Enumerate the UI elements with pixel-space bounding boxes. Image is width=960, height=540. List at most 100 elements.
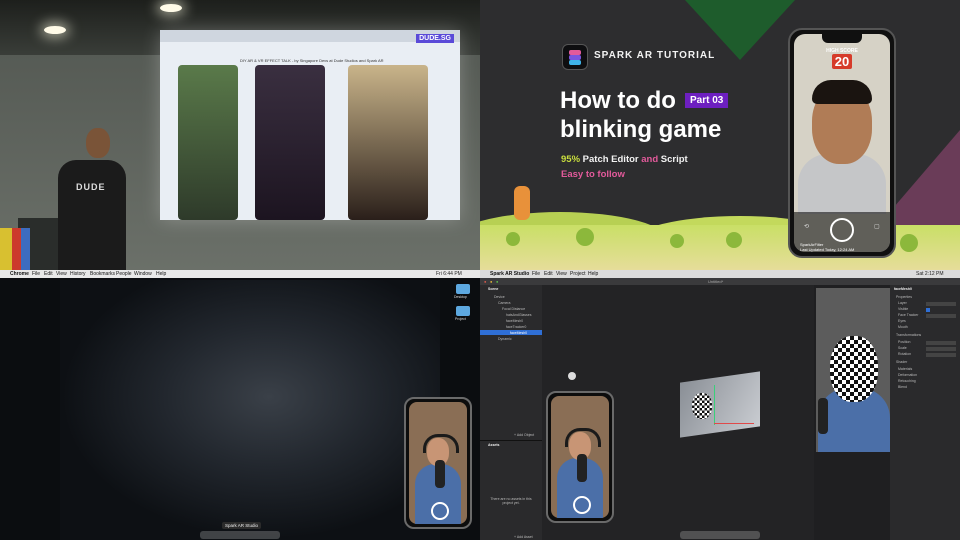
maximize-window-icon[interactable]: ● (496, 278, 498, 285)
folder-icon[interactable] (456, 284, 470, 294)
visible-checkbox[interactable] (926, 308, 930, 312)
dock-tooltip: Spark AR Studio (222, 522, 262, 529)
score-value: 20 (794, 54, 890, 69)
menu-view[interactable]: View (56, 270, 67, 278)
divider (480, 440, 542, 441)
inspector-field[interactable]: Blend (898, 385, 907, 389)
flip-camera-icon[interactable]: ⟲ (804, 223, 809, 230)
layer-dropdown[interactable] (926, 302, 956, 306)
tree-icon (726, 232, 742, 248)
slide-header-bar (160, 30, 460, 42)
light-gizmo-icon[interactable] (568, 372, 576, 380)
scene-header: Scene (488, 287, 499, 291)
inspector-field[interactable]: Visible (898, 307, 908, 311)
inspector-field[interactable]: Position (898, 340, 910, 344)
inspector-field[interactable]: Deformation (898, 373, 917, 377)
rotation-input[interactable] (926, 353, 956, 357)
menu-help[interactable]: Help (156, 270, 166, 278)
minimize-window-icon[interactable]: ● (490, 278, 492, 285)
projector-screen: DIY AR & VR EFFECT TALK - by Singapore D… (160, 30, 460, 220)
add-asset-button[interactable]: + Add Asset (514, 535, 533, 539)
inspector-section[interactable]: Transformations (896, 333, 921, 337)
inspector-field[interactable]: Rotation (898, 352, 911, 356)
y-axis-gizmo[interactable] (714, 385, 715, 425)
phone-simulator (546, 391, 614, 523)
menu-edit[interactable]: Edit (544, 270, 553, 278)
menu-edit[interactable]: Edit (44, 270, 53, 278)
inspector-field[interactable]: Scale (898, 346, 907, 350)
score-number: 20 (831, 54, 853, 69)
shutter-button[interactable] (431, 502, 449, 520)
scene-item[interactable]: faceTracker0 (506, 325, 526, 329)
subtitle-script: Script (660, 154, 688, 165)
close-window-icon[interactable]: ● (484, 278, 486, 285)
menu-app[interactable]: Chrome (10, 270, 29, 278)
phone-simulator-screen (551, 396, 609, 518)
scene-item[interactable]: Camera (498, 301, 510, 305)
tree-icon (506, 232, 520, 246)
user-hair (812, 80, 872, 104)
face-tracker-dropdown[interactable] (926, 314, 956, 318)
dock[interactable] (680, 531, 760, 539)
shutter-button[interactable] (830, 218, 854, 242)
scene-viewport[interactable] (542, 285, 814, 540)
menu-window[interactable]: Window (134, 270, 152, 278)
inspector-section[interactable]: Shader (896, 360, 907, 364)
scene-item[interactable]: Focal Distance (502, 307, 525, 311)
lego-blocks (0, 228, 30, 270)
menu-app[interactable]: Spark AR Studio (490, 270, 529, 278)
subtitle-and: and (641, 154, 659, 165)
scene-item[interactable]: Device (494, 295, 505, 299)
menu-file[interactable]: File (32, 270, 40, 278)
filter-updated: Last Updated Today, 12:24 AM (800, 247, 855, 252)
add-object-button[interactable]: + Add Object (514, 433, 534, 437)
brand-label: SPARK AR TUTORIAL (594, 50, 716, 61)
x-axis-gizmo[interactable] (714, 423, 754, 424)
tutorial-thumbnail-panel: SPARK AR TUTORIAL How to do Part 03 blin… (480, 0, 960, 270)
spark-ar-studio-panel: Spark AR Studio File Edit View Project H… (480, 270, 960, 540)
subtitle-patch-editor: Patch Editor (582, 154, 639, 165)
folder-icon[interactable] (456, 306, 470, 316)
scene-item[interactable]: Dynamic (498, 337, 512, 341)
dock[interactable] (200, 531, 280, 539)
effects-icon[interactable]: ▢ (874, 223, 880, 230)
checker-face-mesh[interactable] (692, 393, 712, 419)
menu-people[interactable]: People (116, 270, 132, 278)
tree-icon (670, 234, 684, 248)
menu-help[interactable]: Help (588, 270, 598, 278)
window-title: Untitled* (708, 279, 724, 284)
running-character (514, 186, 530, 220)
headline-line-1: How to do (560, 87, 676, 114)
scene-item[interactable]: faceMesh0 (510, 331, 527, 335)
menu-history[interactable]: History (70, 270, 86, 278)
menu-project[interactable]: Project (570, 270, 586, 278)
assets-empty-message: There are no assets in this project yet. (490, 497, 532, 505)
webcam-preview (816, 288, 892, 452)
scene-panel: Scene Device Camera Focal Distance hatsA… (480, 285, 543, 540)
dude-logo: DUDE.SG (416, 34, 454, 43)
folder-label: Project (455, 317, 466, 321)
folder-label: Desktop (454, 295, 467, 299)
filter-caption: SparkArFilter Last Updated Today, 12:24 … (800, 242, 854, 252)
menu-view[interactable]: View (556, 270, 567, 278)
menu-bookmarks[interactable]: Bookmarks (90, 270, 115, 278)
inspector-field[interactable]: Retouching (898, 379, 916, 383)
scene-item[interactable]: hatsAndGlasses (506, 313, 532, 317)
desktop-panel: Chrome File Edit View History Bookmarks … (0, 270, 480, 540)
scene-item[interactable]: faceMesh0 (506, 319, 523, 323)
menu-file[interactable]: File (532, 270, 540, 278)
inspector-field[interactable]: Materials (898, 367, 912, 371)
position-input[interactable] (926, 341, 956, 345)
microphone-icon (435, 460, 445, 488)
inspector-section[interactable]: Properties (896, 295, 912, 299)
microphone-icon (818, 398, 828, 434)
tree-icon (576, 228, 594, 246)
scale-input[interactable] (926, 347, 956, 351)
inspector-field[interactable]: Mouth (898, 325, 908, 329)
inspector-field[interactable]: Layer (898, 301, 907, 305)
inspector-field[interactable]: Face Tracker (898, 313, 918, 317)
inspector-field[interactable]: Eyes (898, 319, 906, 323)
shutter-button[interactable] (573, 496, 591, 514)
spark-ar-logo-icon (562, 44, 588, 70)
mac-menubar: Chrome File Edit View History Bookmarks … (0, 270, 480, 278)
